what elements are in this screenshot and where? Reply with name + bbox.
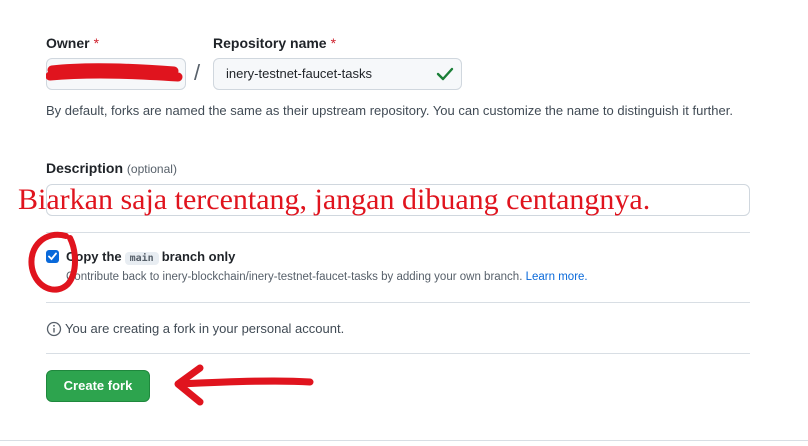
divider — [46, 302, 750, 303]
divider — [46, 232, 750, 233]
description-optional: (optional) — [126, 162, 177, 176]
owner-redaction-scribble — [46, 63, 183, 82]
learn-more-link[interactable]: Learn more. — [526, 271, 588, 283]
repository-required-mark: * — [330, 35, 337, 51]
repository-name-value: inery-testnet-faucet-tasks — [226, 66, 372, 81]
info-icon — [46, 321, 62, 337]
annotation-text: Biarkan saja tercentang, jangan dibuang … — [18, 183, 651, 216]
annotation-arrow — [174, 364, 314, 406]
copy-branch-label[interactable]: Copy the main branch only — [66, 249, 235, 265]
description-label: Description (optional) — [46, 160, 177, 176]
copy-branch-description: Contribute back to inery-blockchain/iner… — [66, 271, 588, 283]
branch-name-chip: main — [124, 252, 159, 265]
owner-required-mark: * — [93, 35, 100, 51]
path-separator: / — [194, 60, 201, 85]
divider — [46, 353, 750, 354]
default-name-hint: By default, forks are named the same as … — [46, 103, 733, 118]
check-icon — [436, 67, 454, 81]
annotation-circle — [28, 231, 78, 293]
repository-label: Repository name * — [213, 35, 337, 51]
repository-name-input[interactable]: inery-testnet-faucet-tasks — [213, 58, 462, 90]
create-fork-button[interactable]: Create fork — [46, 370, 150, 402]
fork-info-text: You are creating a fork in your personal… — [65, 321, 345, 336]
owner-label: Owner * — [46, 35, 100, 51]
bottom-divider — [0, 440, 808, 441]
